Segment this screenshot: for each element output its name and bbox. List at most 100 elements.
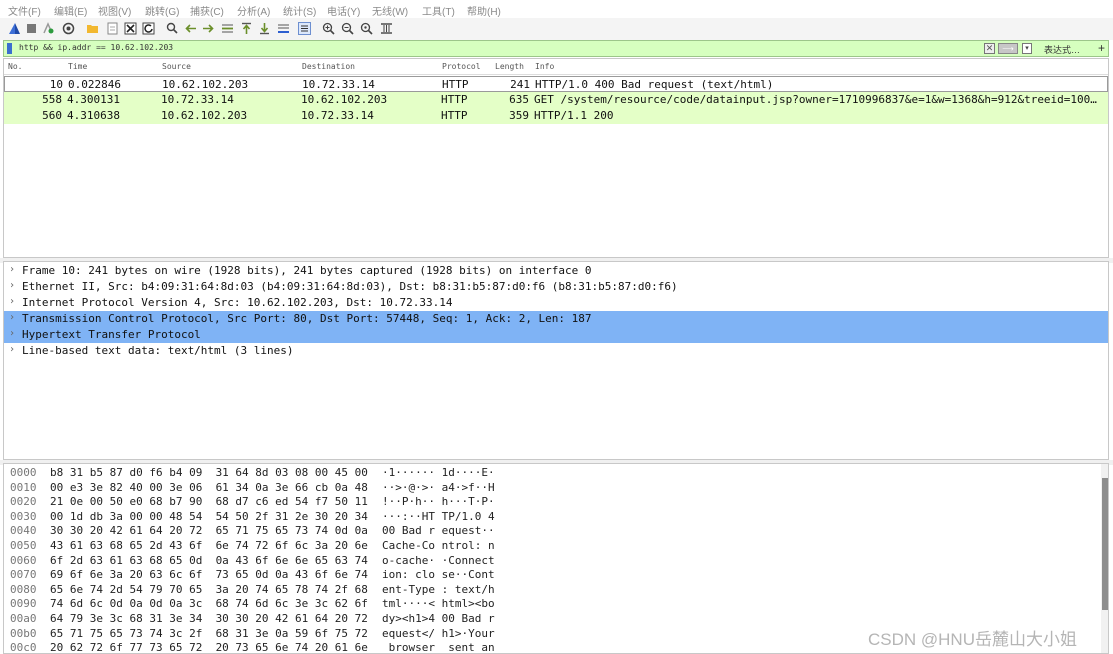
bytes-ascii[interactable]: browser sent an: [382, 641, 495, 653]
chevron-right-icon[interactable]: ›: [9, 264, 15, 275]
bytes-offset[interactable]: 0020: [10, 495, 37, 508]
bytes-offset[interactable]: 00c0: [10, 641, 37, 653]
bytes-hex[interactable]: 64 79 3e 3c 68 31 3e 34 30 30 20 42 61 6…: [50, 612, 368, 625]
column-info[interactable]: Info: [535, 62, 554, 71]
menu-statistics[interactable]: 统计(S): [283, 3, 316, 18]
bytes-offset[interactable]: 0050: [10, 539, 37, 552]
bytes-hex[interactable]: 30 30 20 42 61 64 20 72 65 71 75 65 73 7…: [50, 524, 368, 537]
stop-capture-icon[interactable]: [25, 22, 38, 35]
packet-row[interactable]: 10 0.022846 10.62.102.203 10.72.33.14 HTTP 24…: [4, 76, 1108, 92]
go-forward-icon[interactable]: [202, 22, 215, 35]
display-filter-input[interactable]: http && ip.addr == 10.62.102.203: [19, 43, 173, 52]
menu-analyze[interactable]: 分析(A): [237, 3, 270, 18]
expression-button[interactable]: 表达式…: [1044, 43, 1080, 56]
bytes-ascii[interactable]: 00 Bad r equest··: [382, 524, 495, 537]
column-destination[interactable]: Destination: [302, 62, 355, 71]
auto-scroll-icon[interactable]: [277, 22, 290, 35]
bytes-ascii[interactable]: !··P·h·· h···T·P·: [382, 495, 495, 508]
save-file-icon[interactable]: [106, 22, 119, 35]
detail-row[interactable]: › Frame 10: 241 bytes on wire (1928 bits)…: [4, 263, 1108, 279]
bytes-ascii[interactable]: dy><h1>4 00 Bad r: [382, 612, 495, 625]
go-to-packet-icon[interactable]: [221, 22, 234, 35]
capture-options-icon[interactable]: [62, 22, 75, 35]
bytes-ascii[interactable]: o-cache· ·Connect: [382, 554, 495, 567]
bytes-ascii[interactable]: ·1······ 1d····E·: [382, 466, 495, 479]
bytes-ascii[interactable]: tml····< html><bo: [382, 597, 495, 610]
detail-row[interactable]: › Line-based text data: text/html (3 line…: [4, 343, 1108, 359]
resize-columns-icon[interactable]: [380, 22, 393, 35]
zoom-out-icon[interactable]: [341, 22, 354, 35]
bytes-ascii[interactable]: equest</ h1>·Your: [382, 627, 495, 640]
bytes-offset[interactable]: 0010: [10, 481, 37, 494]
detail-row[interactable]: › Transmission Control Protocol, Src Port…: [4, 311, 1108, 327]
bytes-ascii[interactable]: Cache-Co ntrol: n: [382, 539, 495, 552]
bytes-ascii[interactable]: ··>·@·>· a4·>f··H: [382, 481, 495, 494]
bytes-offset[interactable]: 0060: [10, 554, 37, 567]
add-filter-button[interactable]: +: [1098, 41, 1105, 55]
clear-filter-icon[interactable]: ✕: [984, 43, 995, 54]
bytes-offset[interactable]: 00b0: [10, 627, 37, 640]
reload-file-icon[interactable]: [142, 22, 155, 35]
first-packet-icon[interactable]: [240, 22, 253, 35]
column-length[interactable]: Length: [495, 62, 524, 71]
bytes-hex[interactable]: 20 62 72 6f 77 73 65 72 20 73 65 6e 74 2…: [50, 641, 368, 653]
bookmark-icon[interactable]: [7, 43, 12, 54]
detail-row[interactable]: › Internet Protocol Version 4, Src: 10.62…: [4, 295, 1108, 311]
bytes-offset[interactable]: 0070: [10, 568, 37, 581]
packet-row[interactable]: 560 4.310638 10.62.102.203 10.72.33.14 HTTP 3…: [4, 108, 1108, 124]
bytes-offset[interactable]: 0030: [10, 510, 37, 523]
chevron-right-icon[interactable]: ›: [9, 328, 15, 339]
menu-view[interactable]: 视图(V): [98, 3, 131, 18]
bytes-hex[interactable]: 65 71 75 65 73 74 3c 2f 68 31 3e 0a 59 6…: [50, 627, 368, 640]
column-no[interactable]: No.: [8, 62, 22, 71]
menu-go[interactable]: 跳转(G): [145, 3, 179, 18]
detail-row[interactable]: › Ethernet II, Src: b4:09:31:64:8d:03 (b4…: [4, 279, 1108, 295]
menu-wireless[interactable]: 无线(W): [372, 3, 408, 18]
chevron-right-icon[interactable]: ›: [9, 312, 15, 323]
bytes-offset[interactable]: 0000: [10, 466, 37, 479]
bytes-hex[interactable]: b8 31 b5 87 d0 f6 b4 09 31 64 8d 03 08 0…: [50, 466, 368, 479]
menu-file[interactable]: 文件(F): [8, 3, 41, 18]
open-file-icon[interactable]: [86, 22, 99, 35]
zoom-reset-icon[interactable]: [360, 22, 373, 35]
bytes-offset[interactable]: 0040: [10, 524, 37, 537]
column-source[interactable]: Source: [162, 62, 191, 71]
scrollbar[interactable]: [1101, 464, 1108, 653]
bytes-ascii[interactable]: ···:··HT TP/1.0 4: [382, 510, 495, 523]
go-back-icon[interactable]: [184, 22, 197, 35]
colorize-icon[interactable]: [298, 22, 311, 35]
column-time[interactable]: Time: [68, 62, 87, 71]
chevron-right-icon[interactable]: ›: [9, 344, 15, 355]
menu-capture[interactable]: 捕获(C): [190, 3, 224, 18]
chevron-right-icon[interactable]: ›: [9, 280, 15, 291]
bytes-hex[interactable]: 65 6e 74 2d 54 79 70 65 3a 20 74 65 78 7…: [50, 583, 368, 596]
bytes-ascii[interactable]: ent-Type : text/h: [382, 583, 495, 596]
bytes-offset[interactable]: 0080: [10, 583, 37, 596]
bytes-hex[interactable]: 69 6f 6e 3a 20 63 6c 6f 73 65 0d 0a 43 6…: [50, 568, 368, 581]
start-capture-icon[interactable]: [8, 22, 21, 35]
bytes-offset[interactable]: 00a0: [10, 612, 37, 625]
last-packet-icon[interactable]: [258, 22, 271, 35]
bytes-hex[interactable]: 43 61 63 68 65 2d 43 6f 6e 74 72 6f 6c 3…: [50, 539, 368, 552]
bytes-hex[interactable]: 00 e3 3e 82 40 00 3e 06 61 34 0a 3e 66 c…: [50, 481, 368, 494]
chevron-right-icon[interactable]: ›: [9, 296, 15, 307]
apply-filter-icon[interactable]: ⟶: [998, 43, 1018, 54]
find-packet-icon[interactable]: [166, 22, 179, 35]
bytes-hex[interactable]: 6f 2d 63 61 63 68 65 0d 0a 43 6f 6e 6e 6…: [50, 554, 368, 567]
bytes-hex[interactable]: 00 1d db 3a 00 00 48 54 54 50 2f 31 2e 3…: [50, 510, 368, 523]
menu-tools[interactable]: 工具(T): [422, 3, 455, 18]
close-file-icon[interactable]: [124, 22, 137, 35]
chevron-down-icon[interactable]: ▾: [1022, 43, 1032, 54]
zoom-in-icon[interactable]: [322, 22, 335, 35]
packet-row[interactable]: 558 4.300131 10.72.33.14 10.62.102.203 HTTP 6…: [4, 92, 1108, 108]
bytes-hex[interactable]: 21 0e 00 50 e0 68 b7 90 68 d7 c6 ed 54 f…: [50, 495, 368, 508]
detail-row[interactable]: › Hypertext Transfer Protocol: [4, 327, 1108, 343]
bytes-offset[interactable]: 0090: [10, 597, 37, 610]
menu-edit[interactable]: 编辑(E): [54, 3, 87, 18]
menu-telephony[interactable]: 电话(Y): [327, 3, 360, 18]
menu-help[interactable]: 帮助(H): [467, 3, 501, 18]
scrollbar-thumb[interactable]: [1102, 478, 1108, 610]
restart-capture-icon[interactable]: [42, 22, 55, 35]
bytes-hex[interactable]: 74 6d 6c 0d 0a 0d 0a 3c 68 74 6d 6c 3e 3…: [50, 597, 368, 610]
column-protocol[interactable]: Protocol: [442, 62, 481, 71]
